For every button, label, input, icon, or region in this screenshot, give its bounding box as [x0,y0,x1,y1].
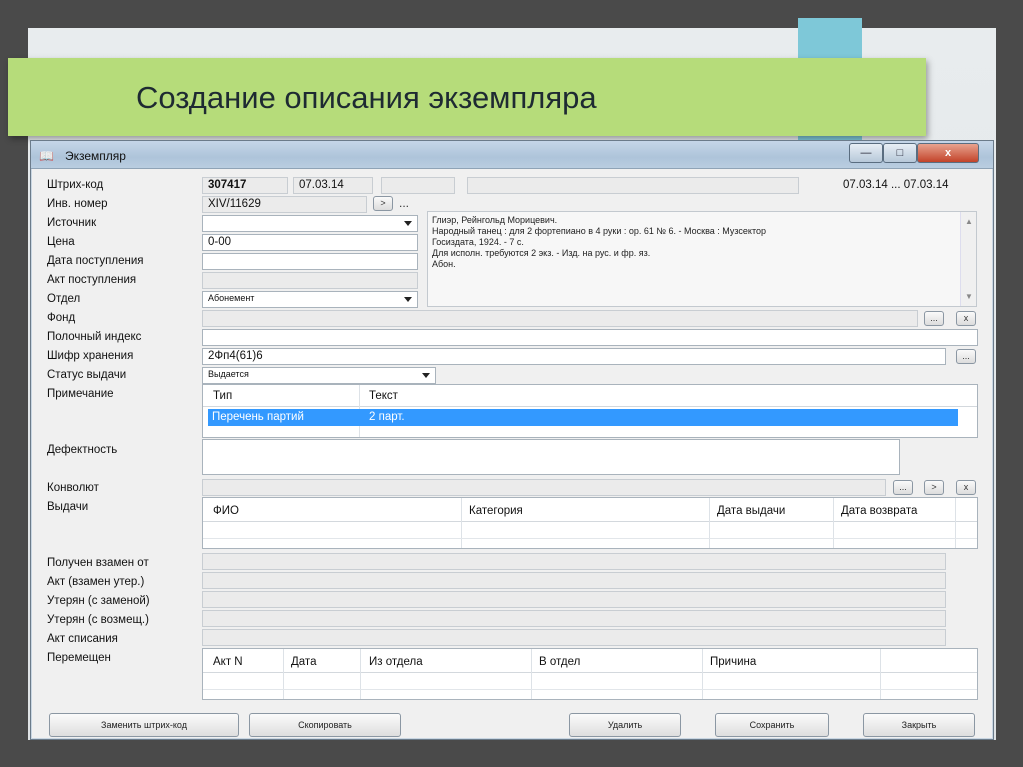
department-select[interactable]: Абонемент [202,291,418,308]
chevron-down-icon [404,297,412,302]
slide-title-band: Создание описания экземпляра [8,58,926,136]
note-label: Примечание [47,388,114,400]
close-button[interactable]: Закрыть [863,713,975,737]
price-label: Цена [47,236,75,248]
defect-field[interactable] [202,439,900,475]
issues-label: Выдачи [47,501,89,513]
inv-open-button[interactable]: > [373,196,393,211]
fund-label: Фонд [47,312,76,324]
storage-cipher-label: Шифр хранения [47,350,134,362]
convolute-open-button[interactable]: > [924,480,944,495]
price-field[interactable]: 0-00 [202,234,418,251]
description-line: Народный танец : для 2 фортепиано в 4 ру… [432,226,766,236]
instance-window: 📖 Экземпляр — □ x Штрих-код Инв. номер И… [30,140,994,740]
receipt-act-field[interactable] [202,272,418,289]
column-header-category: Категория [469,505,523,517]
close-window-button[interactable]: x [917,143,979,163]
copy-button[interactable]: Скопировать [249,713,401,737]
lost-compensation-label: Утерян (с возмещ.) [47,614,149,626]
convolute-field[interactable] [202,479,886,496]
minimize-button[interactable]: — [849,143,883,163]
writeoff-act-field[interactable] [202,629,946,646]
inv-number-label: Инв. номер [47,198,108,210]
window-title: Экземпляр [65,149,126,163]
chevron-down-icon [404,221,412,226]
note-type-cell: Перечень партий [212,411,304,423]
description-scrollbar[interactable]: ▲ ▼ [960,212,976,306]
lost-compensation-field[interactable] [202,610,946,627]
maximize-button[interactable]: □ [883,143,917,163]
shelf-index-field[interactable] [202,329,978,346]
column-header-reason: Причина [710,656,757,668]
column-header-return-date: Дата возврата [841,505,918,517]
source-select[interactable] [202,215,418,232]
fund-field[interactable] [202,310,918,327]
lost-replacement-field[interactable] [202,591,946,608]
column-header-from-dept: Из отдела [369,656,423,668]
shelf-index-label: Полочный индекс [47,331,142,343]
fund-clear-button[interactable]: x [956,311,976,326]
scroll-down-icon[interactable]: ▼ [965,291,973,302]
receipt-date-field[interactable] [202,253,418,270]
receipt-act-label: Акт поступления [47,274,137,286]
scroll-up-icon[interactable]: ▲ [965,216,973,227]
act-lost-field[interactable] [202,572,946,589]
description-line: Абон. [432,259,456,269]
source-label: Источник [47,217,97,229]
column-header-act-number: Акт N [213,656,243,668]
lost-replacement-label: Утерян (с заменой) [47,595,150,607]
convolute-label: Конволют [47,482,99,494]
column-header-type: Тип [213,390,233,402]
barcode-field[interactable]: 307417 [202,177,288,194]
notes-table: Тип Текст Перечень партий 2 парт. [202,384,978,438]
column-header-text: Текст [369,390,398,402]
description-line: Госиздата, 1924. - 7 с. [432,237,524,247]
book-icon: 📖 [39,149,54,163]
note-text-cell: 2 парт. [369,411,405,423]
barcode-info-field[interactable] [467,177,799,194]
storage-cipher-field[interactable]: 2Фп4(61)6 [202,348,946,365]
column-header-issue-date: Дата выдачи [717,505,786,517]
barcode-extra-field[interactable] [381,177,455,194]
slide-title: Создание описания экземпляра [136,80,597,115]
date-range: 07.03.14 ... 07.03.14 [843,179,949,191]
convolute-clear-button[interactable]: x [956,480,976,495]
cipher-browse-button[interactable]: ... [956,349,976,364]
save-button[interactable]: Сохранить [715,713,829,737]
fund-browse-button[interactable]: ... [924,311,944,326]
convolute-browse-button[interactable]: ... [893,480,913,495]
description-line: Для исполн. требуются 2 экз. - Изд. на р… [432,248,651,258]
barcode-label: Штрих-код [47,179,104,191]
received-instead-field[interactable] [202,553,946,570]
issues-table: ФИО Категория Дата выдачи Дата возврата [202,497,978,549]
defect-label: Дефектность [47,444,118,456]
chevron-down-icon [422,373,430,378]
column-header-to-dept: В отдел [539,656,581,668]
delete-button[interactable]: Удалить [569,713,681,737]
description-line: Глиэр, Рейнгольд Морицевич. [432,215,558,225]
moves-table-header: Акт N Дата Из отдела В отдел Причина [203,649,977,673]
moved-label: Перемещен [47,652,111,664]
column-header-date: Дата [291,656,317,668]
issue-status-label: Статус выдачи [47,369,127,381]
inv-number-field[interactable]: XIV/11629 [202,196,367,213]
column-header-name: ФИО [213,505,239,517]
bibliographic-description: Глиэр, Рейнгольд Морицевич. Народный тан… [427,211,977,307]
table-row[interactable]: Перечень партий 2 парт. [208,409,958,426]
act-lost-label: Акт (взамен утер.) [47,576,145,588]
department-label: Отдел [47,293,81,305]
barcode-date-field[interactable]: 07.03.14 [293,177,373,194]
receipt-date-label: Дата поступления [47,255,144,267]
issues-table-header: ФИО Категория Дата выдачи Дата возврата [203,498,977,522]
issue-status-select[interactable]: Выдается [202,367,436,384]
moves-table: Акт N Дата Из отдела В отдел Причина [202,648,978,700]
replace-barcode-button[interactable]: Заменить штрих-код [49,713,239,737]
inv-more-icon: ... [399,196,410,210]
notes-table-header: Тип Текст [203,385,977,407]
received-instead-label: Получен взамен от [47,557,149,569]
window-titlebar[interactable]: 📖 Экземпляр — □ x [31,141,993,169]
writeoff-act-label: Акт списания [47,633,118,645]
